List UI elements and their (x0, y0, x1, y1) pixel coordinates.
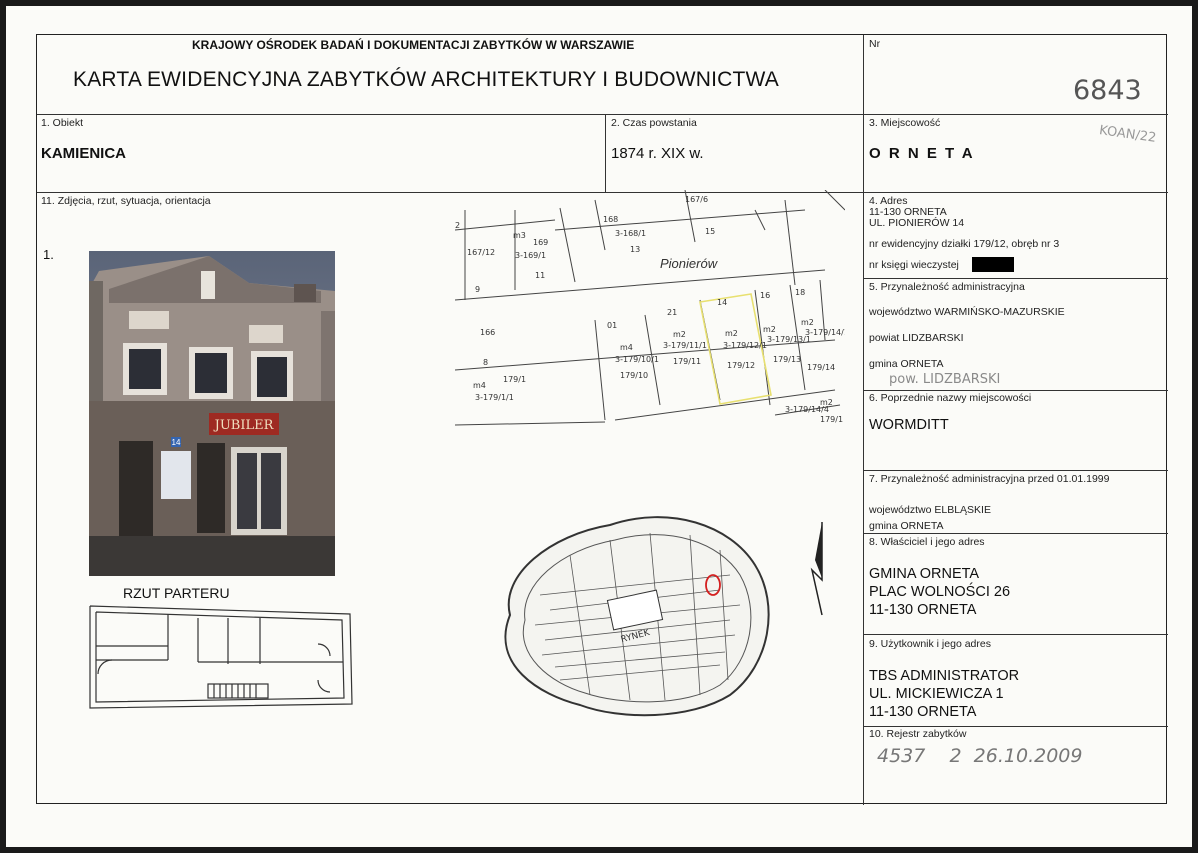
divider (863, 35, 864, 805)
svg-text:13: 13 (630, 245, 640, 254)
north-arrow-icon (810, 522, 823, 616)
czas-value: 1874 r. XIX w. (611, 145, 704, 162)
svg-text:m2: m2 (725, 329, 738, 338)
rzut-label: RZUT PARTERU (123, 585, 230, 601)
divider (863, 533, 1168, 534)
svg-text:3-179/12/1: 3-179/12/1 (723, 341, 767, 350)
wlasciciel-line3: 11-130 ORNETA (869, 602, 977, 618)
svg-text:14: 14 (717, 298, 727, 307)
divider (863, 634, 1168, 635)
nr-value: 6843 (1073, 75, 1142, 106)
przed1999-label: 7. Przynależność administracyjna przed 0… (869, 473, 1110, 485)
svg-text:m4: m4 (620, 343, 633, 352)
svg-text:169: 169 (533, 238, 548, 247)
poprzednie-value: WORMDITT (869, 417, 949, 433)
czas-label: 2. Czas powstania (611, 117, 697, 129)
svg-text:16: 16 (760, 291, 770, 300)
divider (863, 470, 1168, 471)
divider (863, 726, 1168, 727)
uzytkownik-line3: 11-130 ORNETA (869, 704, 977, 720)
cadastral-map: Pionierów 167/61683-168/1 13152 167/12m3… (455, 190, 845, 426)
svg-text:11: 11 (535, 271, 545, 280)
floor-plan (89, 605, 353, 709)
svg-text:9: 9 (475, 285, 480, 294)
gmina-value: gmina ORNETA (869, 358, 944, 370)
svg-text:166: 166 (480, 328, 495, 337)
svg-text:m2: m2 (763, 325, 776, 334)
svg-text:179/10: 179/10 (620, 371, 648, 380)
adres-line2: UL. PIONIERÓW 14 (869, 217, 965, 229)
svg-text:168: 168 (603, 215, 618, 224)
svg-text:179/14: 179/14 (807, 363, 835, 372)
svg-text:m3: m3 (513, 231, 526, 240)
obiekt-label: 1. Obiekt (41, 117, 84, 129)
svg-text:m2: m2 (820, 398, 833, 407)
poprzednie-label: 6. Poprzednie nazwy miejscowości (869, 392, 1032, 404)
svg-text:3-179/10/1: 3-179/10/1 (615, 355, 659, 364)
nr-annotation: KOAN/22 (1098, 123, 1158, 146)
wlasciciel-line1: GMINA ORNETA (869, 566, 980, 582)
svg-text:15: 15 (705, 227, 715, 236)
uzytkownik-line2: UL. MICKIEWICZA 1 (869, 686, 1004, 702)
house-number: 14 (172, 438, 181, 447)
svg-text:167/12: 167/12 (467, 248, 495, 257)
miejscowosc-value: O R N E T A (869, 145, 975, 162)
ksiega-label: nr księgi wieczystej (869, 259, 959, 271)
przed1999-gmina: gmina ORNETA (869, 520, 944, 532)
nr-label: Nr (869, 38, 881, 50)
svg-text:01: 01 (607, 321, 617, 330)
svg-text:167/6: 167/6 (685, 195, 708, 204)
svg-text:8: 8 (483, 358, 488, 367)
svg-text:179/11: 179/11 (673, 357, 701, 366)
photo-number: 1. (43, 247, 54, 262)
card-title: KARTA EWIDENCYJNA ZABYTKÓW ARCHITEKTURY … (73, 68, 780, 91)
wlasciciel-label: 8. Właściciel i jego adres (869, 536, 985, 548)
obiekt-value: KAMIENICA (41, 145, 126, 162)
przynaleznosc-label: 5. Przynależność administracyjna (869, 281, 1025, 293)
uzytkownik-label: 9. Użytkownik i jego adres (869, 638, 991, 650)
powiat-value: powiat LIDZBARSKI (869, 332, 964, 344)
wlasciciel-line2: PLAC WOLNOŚCI 26 (869, 584, 1011, 600)
divider (863, 278, 1168, 279)
przed1999-wojewodztwo: województwo ELBLĄSKIE (869, 504, 991, 516)
svg-text:m4: m4 (473, 381, 486, 390)
dzialka-number: nr ewidencyjny działki 179/12, obręb nr … (869, 238, 1060, 250)
divider (605, 114, 606, 192)
wojewodztwo-value: województwo WARMIŃSKO-MAZURSKIE (869, 306, 1065, 318)
svg-text:3-168/1: 3-168/1 (615, 229, 646, 238)
rejestr-handwritten: 4537 2 26.10.2009 (877, 745, 1083, 767)
rejestr-label: 10. Rejestr zabytków (869, 728, 967, 740)
street-label: Pionierów (660, 256, 719, 271)
svg-text:3-179/11/1: 3-179/11/1 (663, 341, 707, 350)
svg-text:m2: m2 (673, 330, 686, 339)
jubiler-sign: JUBILER (213, 418, 275, 433)
svg-text:21: 21 (667, 308, 677, 317)
svg-text:2: 2 (455, 221, 460, 230)
svg-text:m2: m2 (801, 318, 814, 327)
facade-illustration: JUBILER 14 (89, 251, 335, 576)
divider (863, 390, 1168, 391)
zdjecia-label: 11. Zdjęcia, rzut, sytuacja, orientacja (41, 195, 211, 207)
svg-text:3-179/1/1: 3-179/1/1 (475, 393, 514, 402)
divider (37, 114, 1168, 115)
powiat-handwritten: pow. LIDZBARSKI (889, 372, 1001, 387)
svg-text:18: 18 (795, 288, 805, 297)
svg-text:3-169/1: 3-169/1 (515, 251, 546, 260)
svg-text:179/1: 179/1 (503, 375, 526, 384)
town-plan: RYNEK (504, 516, 770, 717)
svg-text:3-179/14/1: 3-179/14/1 (805, 328, 845, 337)
redaction-box (972, 257, 1014, 272)
building-photo: JUBILER 14 (89, 251, 335, 576)
uzytkownik-line1: TBS ADMINISTRATOR (869, 668, 1020, 684)
svg-text:179/1: 179/1 (820, 415, 843, 424)
svg-text:179/12: 179/12 (727, 361, 755, 370)
miejscowosc-label: 3. Miejscowość (869, 117, 941, 129)
svg-text:179/13: 179/13 (773, 355, 801, 364)
institution-name: KRAJOWY OŚRODEK BADAŃ I DOKUMENTACJI ZAB… (192, 38, 635, 52)
